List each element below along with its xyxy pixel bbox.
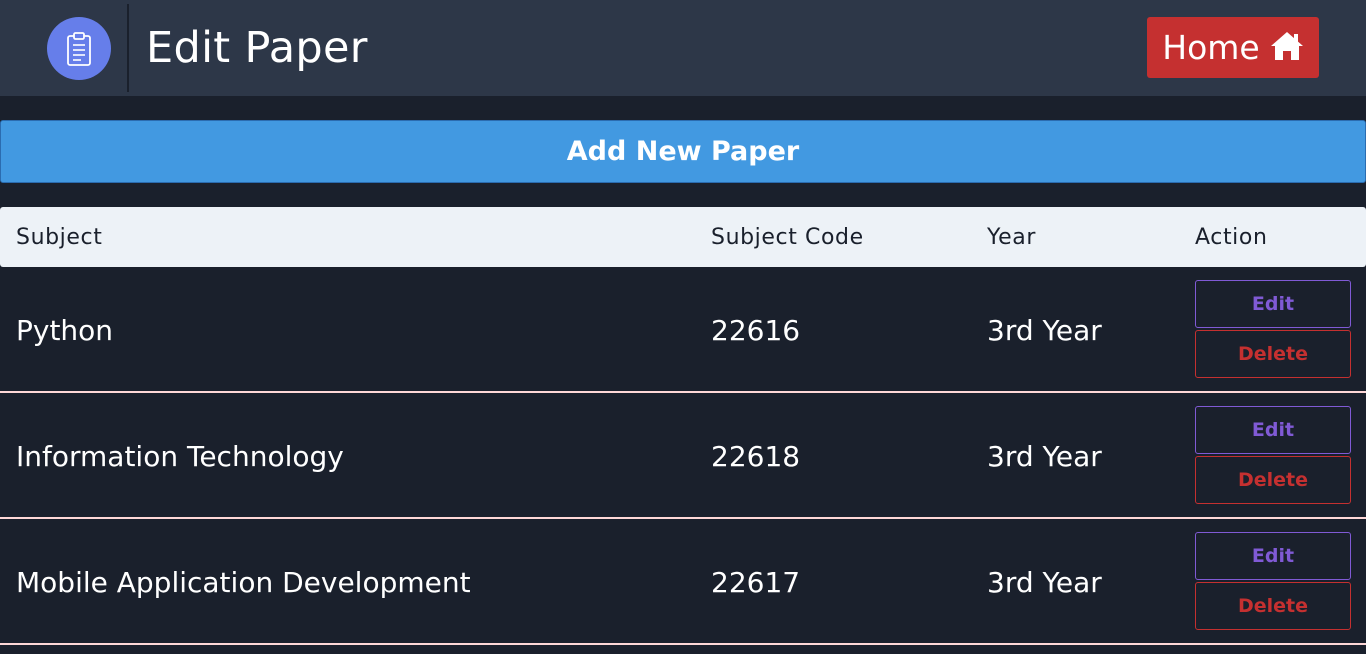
delete-button[interactable]: Delete <box>1195 582 1351 630</box>
edit-button[interactable]: Edit <box>1195 280 1351 328</box>
home-icon <box>1270 31 1304 61</box>
subject-cell: Python <box>16 314 114 347</box>
delete-button[interactable]: Delete <box>1195 330 1351 378</box>
subject-code-cell: 22616 <box>711 314 801 347</box>
year-cell: 3rd Year <box>987 440 1102 473</box>
table-row: Information Technology 22618 3rd Year Ed… <box>0 393 1366 519</box>
table-row: Python 22616 3rd Year Edit Delete <box>0 267 1366 393</box>
year-cell: 3rd Year <box>987 566 1102 599</box>
page-title: Edit Paper <box>146 23 368 73</box>
subject-code-cell: 22617 <box>711 566 801 599</box>
table-row: Mobile Application Development 22617 3rd… <box>0 519 1366 645</box>
home-button[interactable]: Home <box>1147 17 1319 78</box>
year-cell: 3rd Year <box>987 314 1102 347</box>
column-header-subject: Subject <box>16 225 103 250</box>
header-divider <box>127 4 129 92</box>
app-logo <box>47 17 111 80</box>
edit-button[interactable]: Edit <box>1195 406 1351 454</box>
clipboard-icon <box>67 31 91 66</box>
table-header: Subject Subject Code Year Action <box>0 207 1366 267</box>
column-header-year: Year <box>987 225 1036 250</box>
column-header-subject-code: Subject Code <box>711 225 864 250</box>
top-bar: Edit Paper Home <box>0 0 1366 96</box>
subject-cell: Information Technology <box>16 440 344 473</box>
edit-button[interactable]: Edit <box>1195 532 1351 580</box>
subject-cell: Mobile Application Development <box>16 566 471 599</box>
subject-code-cell: 22618 <box>711 440 801 473</box>
add-new-paper-button[interactable]: Add New Paper <box>0 120 1366 183</box>
column-header-action: Action <box>1195 225 1268 250</box>
home-button-label: Home <box>1162 28 1260 67</box>
delete-button[interactable]: Delete <box>1195 456 1351 504</box>
